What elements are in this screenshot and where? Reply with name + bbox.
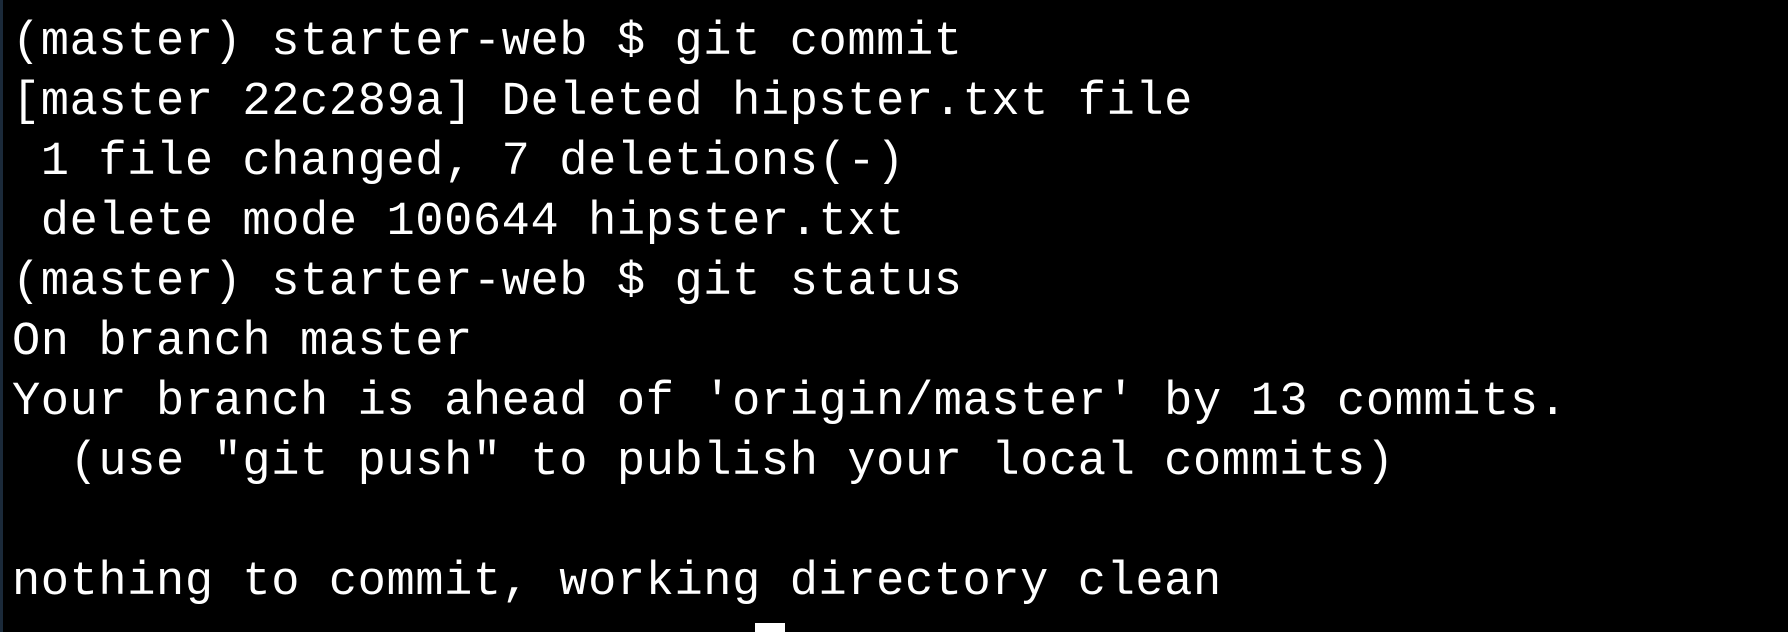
terminal-line-branch-ahead: Your branch is ahead of 'origin/master' … (12, 376, 1568, 429)
terminal-line-delete-mode: delete mode 100644 hipster.txt (12, 196, 905, 249)
text-cursor (755, 623, 785, 632)
terminal-line-prompt-git-commit: (master) starter-web $ git commit (12, 16, 963, 69)
terminal-window[interactable]: (master) starter-web $ git commit [maste… (0, 0, 1788, 632)
terminal-line-on-branch: On branch master (12, 316, 473, 369)
terminal-line-working-directory-clean: nothing to commit, working directory cle… (12, 556, 1222, 609)
terminal-line-push-hint: (use "git push" to publish your local co… (12, 436, 1395, 489)
window-edge (0, 0, 3, 632)
terminal-line-files-changed: 1 file changed, 7 deletions(-) (12, 136, 905, 189)
terminal-line-commit-summary: [master 22c289a] Deleted hipster.txt fil… (12, 76, 1193, 129)
terminal-line-prompt-git-status: (master) starter-web $ git status (12, 256, 963, 309)
